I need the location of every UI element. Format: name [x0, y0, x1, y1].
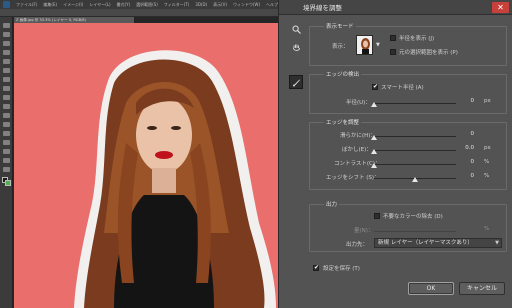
menu-layer[interactable]: レイヤー(L) [89, 2, 110, 8]
amount-unit: % [484, 226, 490, 232]
dodge-tool-icon[interactable] [3, 131, 10, 136]
contrast-value[interactable]: 0 [462, 159, 475, 165]
eraser-tool-icon[interactable] [3, 113, 10, 118]
show-radius-label: 半径を表示 (J) [399, 36, 435, 42]
eyedropper-tool-icon[interactable] [3, 68, 10, 73]
decontaminate-label: 不要なカラーの除去 (D) [383, 214, 443, 220]
photoshop-window: ファイル(F) 編集(E) イメージ(I) レイヤー(L) 書式(Y) 選択範囲… [0, 0, 512, 308]
move-tool-icon[interactable] [3, 23, 10, 28]
radius-slider-thumb[interactable] [371, 102, 377, 107]
menu-type[interactable]: 書式(Y) [117, 2, 131, 8]
menu-image[interactable]: イメージ(I) [63, 2, 83, 8]
contrast-slider-thumb[interactable] [371, 163, 377, 168]
contrast-unit: % [484, 159, 490, 165]
menu-file[interactable]: ファイル(F) [16, 2, 37, 8]
close-button[interactable]: ✕ [492, 2, 509, 13]
background-color-swatch[interactable] [5, 180, 11, 186]
tools-panel [0, 17, 13, 308]
radius-unit: px [484, 98, 491, 104]
smooth-value[interactable]: 0 [462, 131, 475, 137]
view-mode-group: 表示モード 表示： ▼ 半径を表示 (J) 元の選択範囲を表示 (P) [309, 22, 507, 66]
view-mode-title: 表示モード [324, 22, 356, 30]
view-mode-thumbnail[interactable] [356, 35, 373, 55]
document-canvas[interactable] [14, 23, 290, 308]
smart-radius-checkbox[interactable] [372, 83, 378, 90]
smart-radius-label: スマート半径 (A) [381, 85, 424, 91]
menu-view[interactable]: 表示(V) [213, 2, 227, 8]
output-group: 出力 不要なカラーの除去 (D) 量(N)： % 出力先： 新規 レイヤー（レイ… [309, 200, 507, 252]
output-to-label: 出力先： [346, 242, 369, 248]
menu-edit[interactable]: 編集(E) [43, 2, 57, 8]
dialog-title[interactable]: 境界線を調整 [279, 0, 512, 15]
stamp-tool-icon[interactable] [3, 95, 10, 100]
output-to-value: 新規 レイヤー（レイヤーマスクあり） [378, 240, 473, 246]
contrast-slider-track[interactable] [374, 164, 456, 165]
edge-detection-group: エッジの検出 スマート半径 (A) 半径(U)： 0 px [309, 70, 507, 114]
path-select-tool-icon[interactable] [3, 158, 10, 163]
remember-settings-checkbox[interactable] [313, 264, 319, 271]
brush-tool-icon[interactable] [3, 86, 10, 91]
history-brush-tool-icon[interactable] [3, 104, 10, 109]
shift-edge-unit: % [484, 173, 490, 179]
menu-3d[interactable]: 3D(D) [195, 2, 207, 7]
show-radius-checkbox[interactable] [390, 35, 396, 41]
cancel-button[interactable]: キャンセル [459, 282, 505, 295]
radius-label: 半径(U)： [346, 100, 371, 106]
smooth-slider-thumb[interactable] [371, 135, 377, 140]
healing-tool-icon[interactable] [3, 77, 10, 82]
shift-edge-slider-thumb[interactable] [412, 177, 418, 182]
refine-edge-dialog: 境界線を調整 ✕ 表示モード 表示： ▼ 半径を表示 (J) 元の選択範囲を表示… [278, 0, 512, 308]
gradient-tool-icon[interactable] [3, 122, 10, 127]
quick-select-tool-icon[interactable] [3, 50, 10, 55]
zoom-icon[interactable] [289, 22, 303, 36]
adjust-edge-title: エッジを調整 [324, 118, 362, 126]
adjust-edge-group: エッジを調整 滑らかに(H)： 0 ぼかし(E)： 0.0 px コントラスト(… [309, 118, 507, 190]
hand-icon[interactable] [289, 40, 303, 54]
output-to-select[interactable]: 新規 レイヤー（レイヤーマスクあり） ▼ [374, 238, 502, 248]
type-tool-icon[interactable] [3, 149, 10, 154]
show-original-label: 元の選択範囲を表示 (P) [399, 50, 458, 56]
chevron-down-icon: ▼ [495, 240, 499, 246]
decontaminate-checkbox[interactable] [374, 213, 380, 219]
amount-label: 量(N)： [354, 228, 374, 234]
feather-value[interactable]: 0.0 [458, 145, 474, 151]
smooth-slider-track[interactable] [374, 136, 456, 137]
menu-select[interactable]: 選択範囲(S) [136, 2, 158, 8]
marquee-tool-icon[interactable] [3, 32, 10, 37]
view-mode-dropdown-icon[interactable]: ▼ [376, 42, 380, 48]
feather-label: ぼかし(E)： [342, 147, 372, 153]
portrait-image [74, 50, 276, 308]
radius-slider-track[interactable] [374, 103, 456, 104]
crop-tool-icon[interactable] [3, 59, 10, 64]
shift-edge-label: エッジをシフト (S)： [326, 175, 380, 181]
edge-detection-title: エッジの検出 [324, 70, 362, 78]
lasso-tool-icon[interactable] [3, 41, 10, 46]
show-original-checkbox[interactable] [390, 49, 396, 55]
shape-tool-icon[interactable] [3, 167, 10, 172]
feather-slider-thumb[interactable] [371, 149, 377, 154]
menu-window[interactable]: ウィンドウ(W) [233, 2, 260, 8]
shift-edge-value[interactable]: 0 [462, 173, 475, 179]
ok-button[interactable]: OK [408, 282, 454, 295]
photoshop-logo-icon [3, 1, 10, 8]
feather-slider-track[interactable] [374, 150, 456, 151]
dialog-tools [289, 22, 305, 89]
pen-tool-icon[interactable] [3, 140, 10, 145]
refine-radius-brush-icon[interactable] [289, 75, 303, 89]
feather-unit: px [484, 145, 491, 151]
menu-filter[interactable]: フィルター(T) [164, 2, 189, 8]
radius-value[interactable]: 0 [462, 98, 475, 104]
amount-slider-track [374, 231, 456, 232]
output-title: 出力 [324, 200, 340, 208]
display-label: 表示： [332, 44, 349, 50]
remember-settings-label: 設定を保存 (T) [323, 266, 360, 272]
